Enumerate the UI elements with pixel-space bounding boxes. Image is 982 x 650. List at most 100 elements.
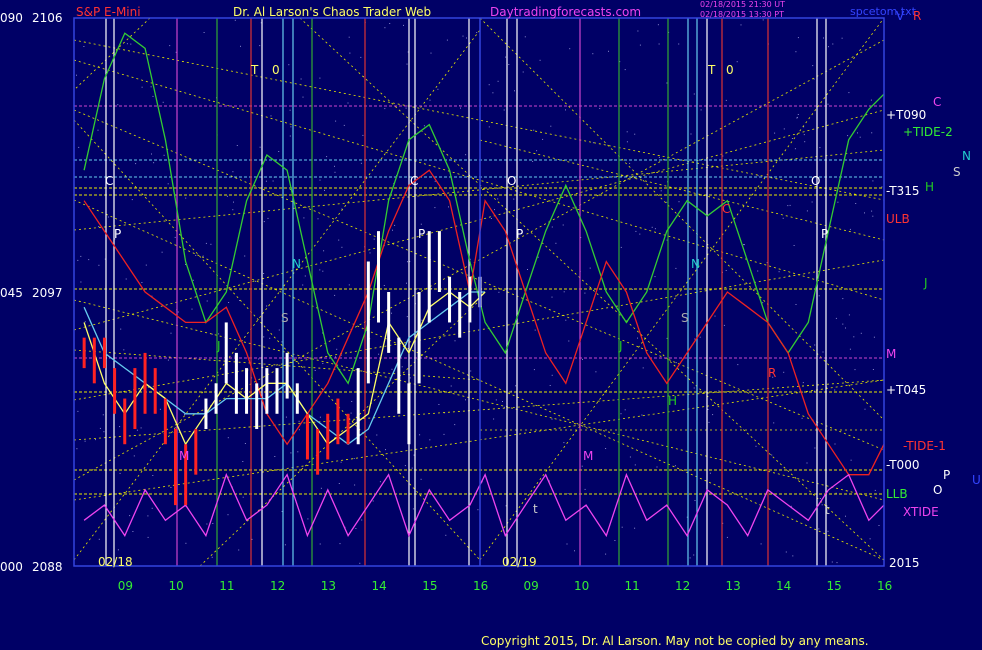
- chart-label: N: [691, 257, 700, 271]
- star-dot: [639, 44, 641, 46]
- star-dot: [136, 429, 138, 431]
- star-dot: [837, 201, 839, 203]
- chart-label: P: [418, 227, 425, 241]
- star-dot: [534, 329, 536, 331]
- star-dot: [666, 201, 668, 203]
- star-dot: [445, 534, 447, 536]
- date-label-day2: 02/19: [502, 555, 537, 569]
- site-link[interactable]: Daytradingforecasts.com: [490, 5, 641, 19]
- star-dot: [170, 487, 172, 488]
- y-inner-bottom: 2088: [32, 560, 63, 574]
- star-dot: [284, 544, 286, 546]
- star-dot: [454, 424, 456, 426]
- star-dot: [334, 294, 336, 296]
- star-dot: [263, 221, 265, 223]
- star-dot: [391, 312, 392, 314]
- planet-label: N: [962, 149, 971, 163]
- star-dot: [693, 554, 695, 556]
- star-dot: [592, 53, 594, 55]
- chart-label: 0: [726, 63, 734, 77]
- star-dot: [322, 270, 324, 272]
- star-dot: [568, 340, 570, 342]
- year-label: 2015: [889, 556, 920, 570]
- instrument-label: S&P E-Mini: [76, 5, 141, 19]
- star-dot: [806, 462, 808, 464]
- star-dot: [620, 413, 622, 415]
- star-dot: [567, 493, 569, 495]
- star-dot: [505, 56, 507, 58]
- star-dot: [522, 71, 524, 73]
- star-dot: [302, 284, 304, 286]
- star-dot: [462, 35, 464, 37]
- chart-label: M: [179, 449, 189, 463]
- star-dot: [737, 364, 739, 366]
- star-dot: [757, 270, 759, 272]
- star-dot: [608, 50, 609, 52]
- star-dot: [302, 96, 304, 98]
- star-dot: [563, 442, 565, 444]
- star-dot: [244, 255, 246, 257]
- star-dot: [771, 454, 773, 456]
- right-label: -TIDE-1: [903, 439, 946, 453]
- star-dot: [818, 295, 820, 297]
- star-dot: [709, 472, 711, 474]
- star-dot: [693, 387, 695, 389]
- star-dot: [141, 86, 143, 88]
- star-dot: [584, 292, 586, 294]
- star-dot: [338, 239, 340, 241]
- star-dot: [871, 132, 873, 134]
- star-dot: [278, 151, 280, 152]
- planet-label: S: [953, 165, 961, 179]
- star-dot: [637, 337, 638, 339]
- star-dot: [762, 302, 764, 304]
- star-dot: [195, 254, 197, 256]
- star-dot: [394, 224, 396, 226]
- star-dot: [651, 226, 653, 228]
- star-dot: [448, 206, 449, 208]
- star-dot: [822, 351, 824, 353]
- star-dot: [699, 336, 701, 338]
- star-dot: [848, 92, 850, 94]
- star-dot: [675, 267, 677, 269]
- star-dot: [514, 90, 515, 92]
- star-dot: [533, 129, 535, 131]
- chart-label: R: [768, 366, 776, 380]
- star-dot: [259, 146, 261, 148]
- chart-label: P: [821, 227, 828, 241]
- star-dot: [107, 216, 109, 218]
- star-dot: [125, 278, 127, 280]
- star-dot: [129, 515, 131, 517]
- star-dot: [251, 538, 253, 540]
- star-dot: [443, 433, 445, 435]
- star-dot: [434, 207, 436, 209]
- star-dot: [678, 43, 680, 45]
- star-dot: [383, 285, 385, 286]
- star-dot: [80, 255, 82, 257]
- star-dot: [555, 242, 557, 244]
- x-tick-day2: 10: [574, 579, 589, 593]
- star-dot: [762, 19, 764, 21]
- star-dot: [379, 481, 381, 483]
- star-dot: [392, 229, 393, 231]
- star-dot: [503, 109, 505, 111]
- star-dot: [145, 264, 147, 266]
- star-dot: [678, 201, 680, 203]
- star-dot: [438, 404, 440, 405]
- star-dot: [335, 356, 336, 358]
- star-dot: [635, 230, 637, 232]
- star-dot: [228, 302, 230, 303]
- star-dot: [836, 562, 838, 564]
- star-dot: [654, 276, 656, 278]
- star-dot: [434, 180, 436, 182]
- star-dot: [789, 204, 791, 206]
- star-dot: [539, 59, 541, 61]
- star-dot: [147, 536, 149, 538]
- copyright-notice: Copyright 2015, Dr. Al Larson. May not b…: [481, 634, 869, 648]
- star-dot: [212, 523, 214, 524]
- star-dot: [869, 538, 871, 540]
- star-dot: [629, 456, 631, 458]
- star-dot: [240, 45, 241, 47]
- star-dot: [595, 371, 597, 373]
- star-dot: [300, 78, 302, 80]
- star-dot: [828, 46, 829, 48]
